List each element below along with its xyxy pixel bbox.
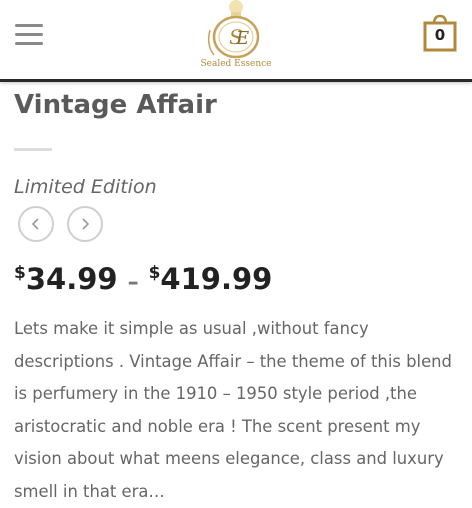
price-low: 34.99 [25,262,118,296]
previous-button[interactable] [18,206,54,242]
price-high: 419.99 [160,262,273,296]
hamburger-menu-icon [15,24,43,27]
chevron-right-icon [82,218,90,230]
price-separator: – [127,270,139,295]
svg-text:E: E [235,28,249,49]
logo-text: Sealed Essence [200,59,272,69]
site-logo[interactable]: S E Sealed Essence [196,0,276,72]
product-title: Vintage Affair [14,90,217,120]
price-range: $34.99– $419.99 [14,262,272,296]
cart-count: 0 [434,26,446,44]
price-high-currency: $ [148,263,161,283]
product-edition: Limited Edition [14,176,157,198]
chevron-left-icon [31,218,39,230]
menu-button[interactable] [15,24,43,46]
site-header: S E Sealed Essence 0 [0,0,472,82]
product-description: Lets make it simple as usual ,without fa… [14,319,452,501]
next-button[interactable] [67,206,103,242]
price-low-currency: $ [14,263,26,283]
cart-button[interactable]: 0 [423,14,457,52]
logo-emblem-icon: S E [207,0,260,59]
hamburger-line [15,42,43,45]
hamburger-line [15,33,43,36]
title-divider [14,148,52,151]
